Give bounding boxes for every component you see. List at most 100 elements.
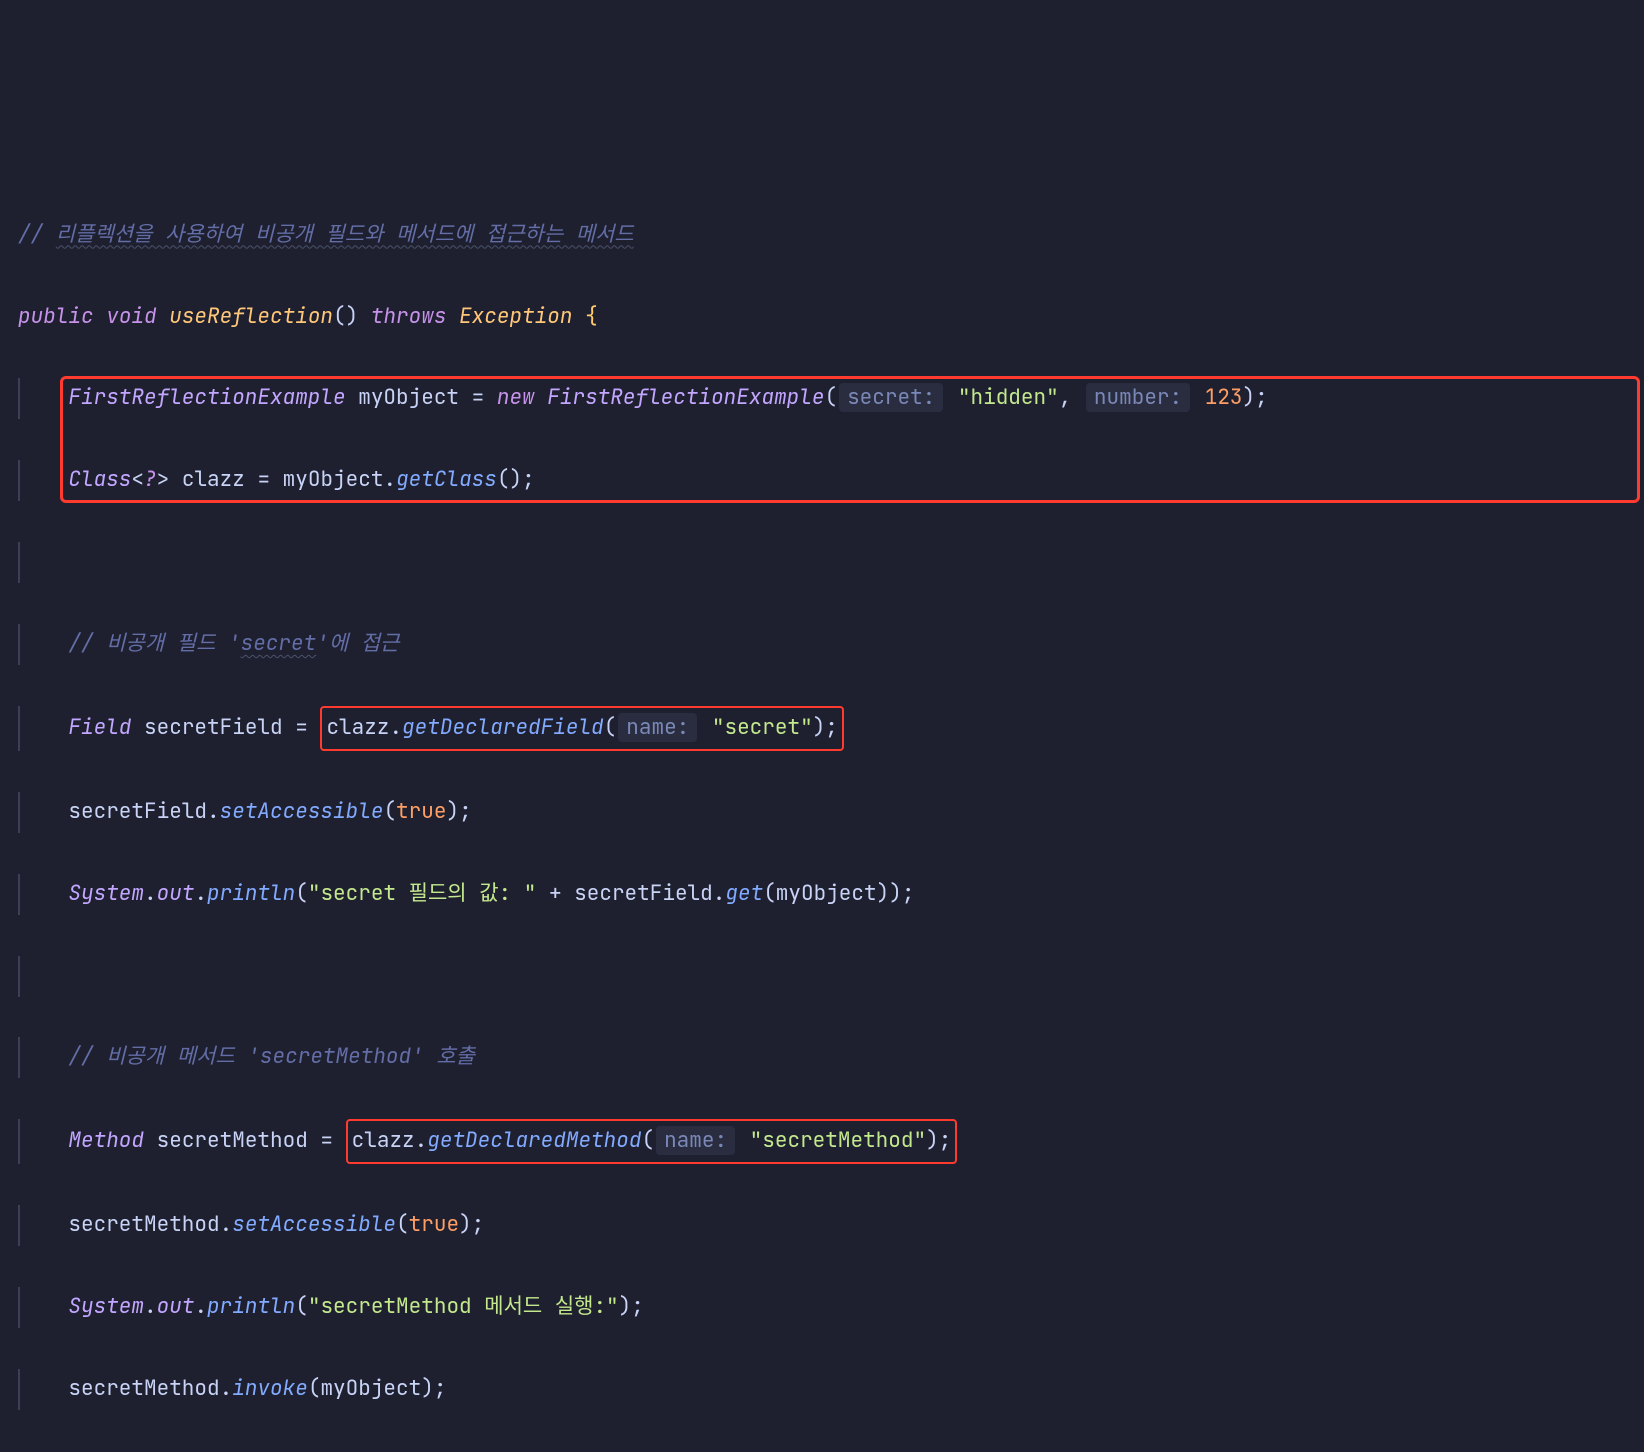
comma: , [1059,384,1072,411]
semicolon: ; [902,880,915,907]
code-line: secretMethod.invoke(myObject); [18,1369,1626,1410]
angle-close: > [157,466,170,493]
highlight-box: clazz.getDeclaredField(name: "secret"); [320,706,843,751]
type: Method [68,1127,144,1154]
highlight-box: clazz.getDeclaredMethod(name: "secretMet… [346,1119,958,1164]
semicolon: ; [434,1375,447,1402]
object: secretField [574,880,713,907]
code-line: public void useReflection() throws Excep… [18,297,1626,338]
equals: = [283,714,321,741]
field: out [157,1293,195,1320]
paren-close: ) [459,1211,472,1238]
dot: . [144,1293,157,1320]
method-call: getDeclaredMethod [427,1127,641,1154]
paren-close: ) [446,798,459,825]
dot: . [220,1211,233,1238]
object: clazz [352,1127,415,1154]
paren-open: ( [396,1211,409,1238]
boolean: true [396,798,446,825]
comment: // 비공개 메서드 'secretMethod' 호출 [68,1043,475,1070]
semicolon: ; [631,1293,644,1320]
wildcard: ? [144,466,157,493]
code-line: secretField.setAccessible(true); [18,792,1626,833]
exception-type: Exception [459,303,572,330]
dot: . [194,880,207,907]
number: 123 [1205,384,1243,411]
parens: () [497,466,522,493]
comment-underline: secret [241,630,317,657]
comment: '에 접근 [316,630,399,657]
type: FirstReflectionExample [68,384,345,411]
semicolon: ; [825,714,838,741]
brace-open: { [585,303,598,330]
paren-open: ( [824,384,837,411]
variable: secretField [144,714,283,741]
angle-open: < [131,466,144,493]
paren-open: ( [604,714,617,741]
parens: () [333,303,358,330]
object: secretMethod [68,1211,219,1238]
object: secretMethod [68,1375,219,1402]
constructor: FirstReflectionExample [547,384,824,411]
equals: = [308,1127,346,1154]
variable: clazz [182,466,245,493]
field: out [157,880,195,907]
method-call: invoke [232,1375,308,1402]
blank-line [18,542,1626,583]
semicolon: ; [1255,384,1268,411]
dot: . [415,1127,428,1154]
paren-close: ) [813,714,826,741]
type: System [68,1293,144,1320]
variable: secretMethod [157,1127,308,1154]
object: myObject [283,466,384,493]
argument: myObject [320,1375,421,1402]
code-line: Class<?> clazz = myObject.getClass(); [18,460,1626,501]
paren-open: ( [295,880,308,907]
comment-text: 리플렉션을 사용하여 비공개 필드와 메서드에 접근하는 메서드 [56,221,634,248]
dot: . [207,798,220,825]
paren-open: ( [641,1127,654,1154]
paren-close: ) [421,1375,434,1402]
method-call: get [725,880,763,907]
code-line: secretMethod.setAccessible(true); [18,1205,1626,1246]
semicolon: ; [939,1127,952,1154]
semicolon: ; [459,798,472,825]
code-line: Method secretMethod = clazz.getDeclaredM… [18,1119,1626,1164]
type: System [68,880,144,907]
paren-close: ) [1243,384,1256,411]
method-call: println [207,880,295,907]
method-call: setAccessible [220,798,384,825]
code-line: } [18,1451,1626,1452]
argument: myObject [776,880,877,907]
dot: . [383,466,396,493]
dot: . [194,1293,207,1320]
object: clazz [326,714,389,741]
paren-open: ( [763,880,776,907]
code-editor[interactable]: // 리플렉션을 사용하여 비공개 필드와 메서드에 접근하는 메서드 publ… [18,174,1626,1452]
param-hint: name: [656,1126,735,1155]
paren-open: ( [383,798,396,825]
string: "secretMethod 메서드 실행:" [308,1293,619,1320]
dot: . [713,880,726,907]
dot: . [220,1375,233,1402]
variable: myObject [358,384,459,411]
method-call: setAccessible [232,1211,396,1238]
string: "secret" [712,714,813,741]
keyword-throws: throws [371,303,447,330]
string: "secret 필드의 값: " [308,880,536,907]
blank-line [18,956,1626,997]
keyword-new: new [497,384,535,411]
paren-open: ( [295,1293,308,1320]
string: "secretMethod" [750,1127,926,1154]
comment: // 비공개 필드 ' [68,630,240,657]
code-line: // 비공개 메서드 'secretMethod' 호출 [18,1037,1626,1078]
paren-open: ( [308,1375,321,1402]
method-call: getDeclaredField [402,714,604,741]
code-line: Field secretField = clazz.getDeclaredFie… [18,706,1626,751]
param-hint: name: [618,713,697,742]
code-line: System.out.println("secretMethod 메서드 실행:… [18,1287,1626,1328]
type: Field [68,714,131,741]
paren-close: ) [889,880,902,907]
semicolon: ; [522,466,535,493]
code-line: // 비공개 필드 'secret'에 접근 [18,624,1626,665]
